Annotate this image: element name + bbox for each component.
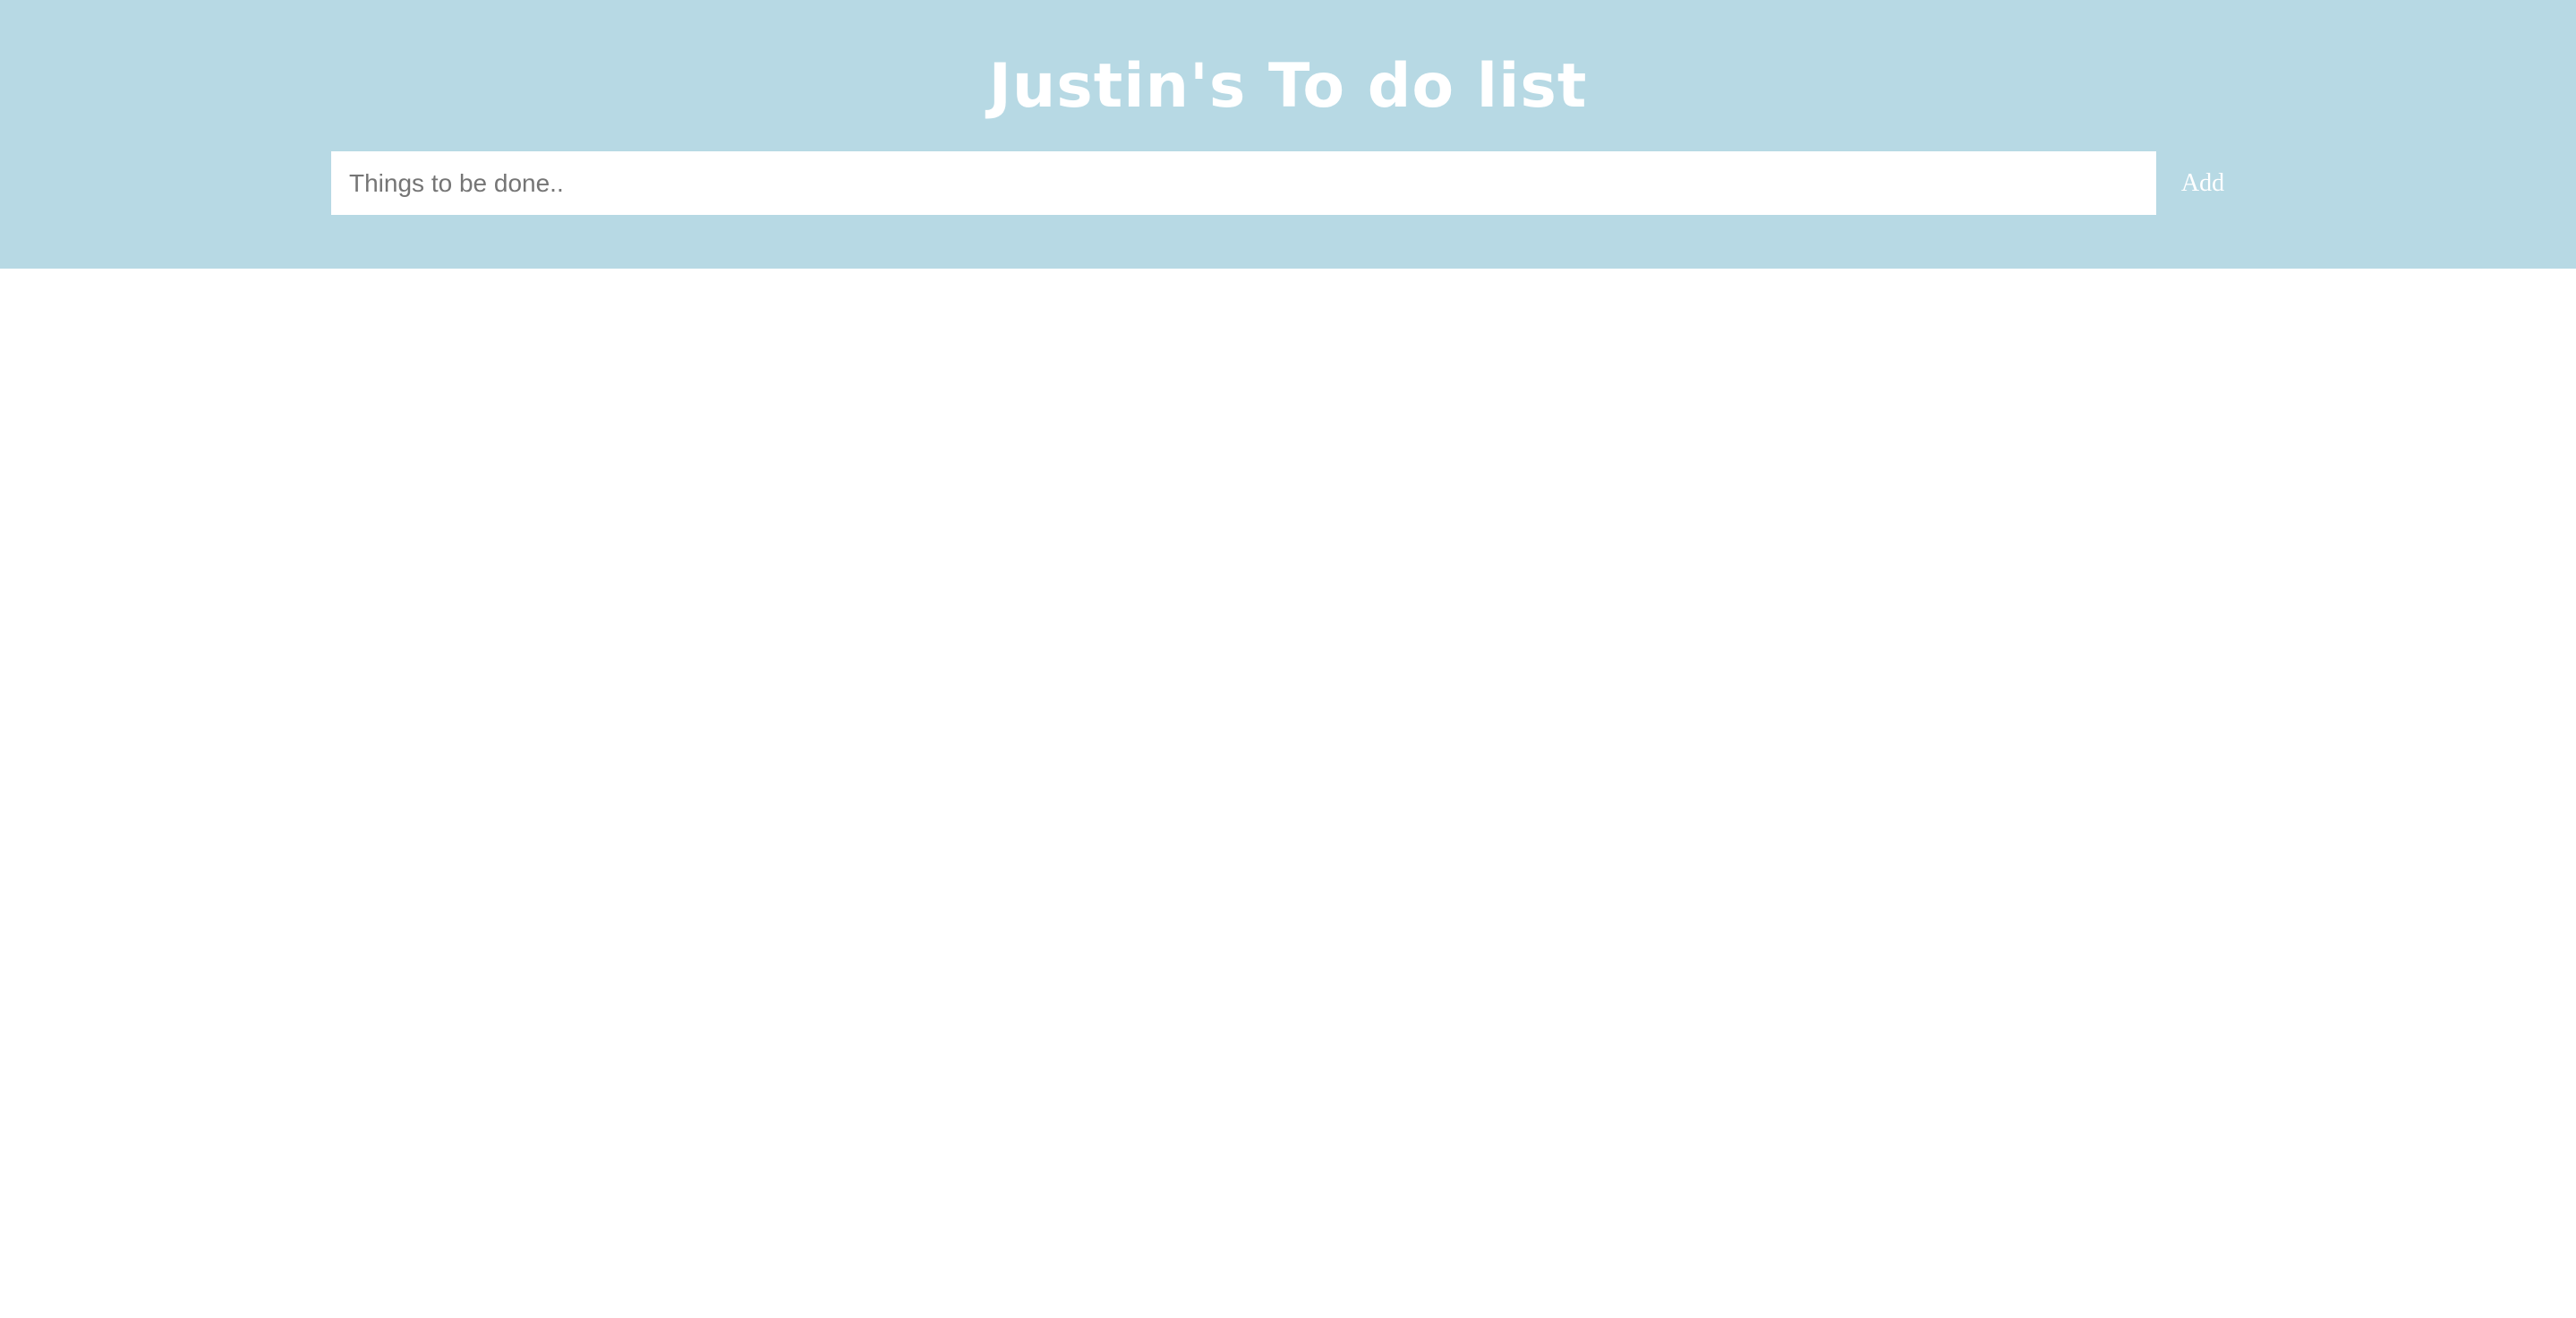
add-button[interactable]: Add [2156,151,2249,215]
header-bar: Justin's To do list Add [0,0,2576,269]
page-title: Justin's To do list [988,51,1588,122]
todo-input[interactable] [331,151,2156,215]
